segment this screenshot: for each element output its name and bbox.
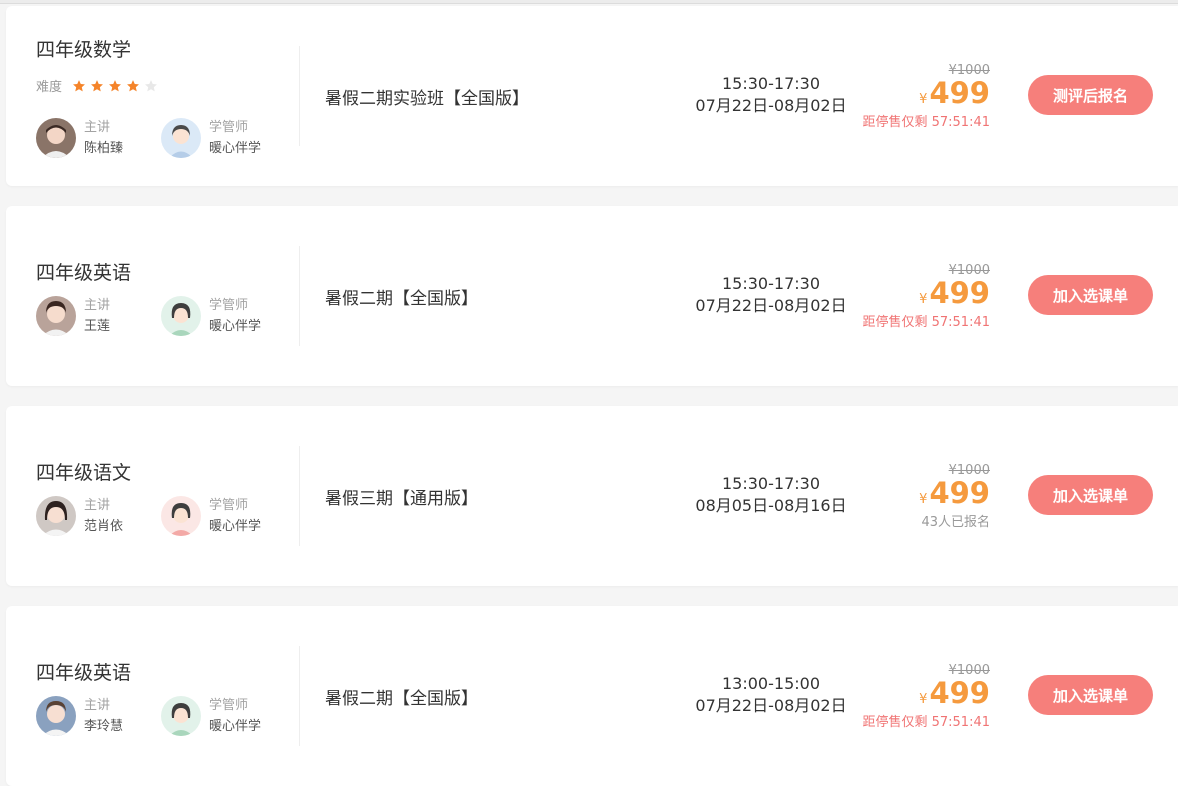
teacher-name: 王莲 [84,319,111,334]
course-card[interactable]: 四年级语文 主讲 范肖依 学管师 暖心伴学 暑假三期【通用版】 15:30-17… [6,406,1178,586]
tutor[interactable]: 学管师 暖心伴学 [161,695,286,737]
tutor-avatar-icon [161,496,201,536]
tutor-role: 学管师 [209,698,249,713]
teacher-avatar-icon [36,496,76,536]
teacher-role: 主讲 [84,698,111,713]
tutor-avatar-icon [161,696,201,736]
lead-teacher[interactable]: 主讲 范肖依 [36,495,161,537]
course-name[interactable]: 暑假二期【全国版】 [325,684,478,709]
tutor-name: 暖心伴学 [209,719,262,734]
difficulty-label: 难度 [36,80,63,95]
price-amount: 499 [929,276,990,310]
teacher-avatar-icon [36,696,76,736]
course-card[interactable]: 四年级英语 主讲 李玲慧 学管师 暖心伴学 暑假二期【全国版】 13:00-15… [6,606,1178,786]
add-to-cart-button[interactable]: 加入选课单 [1028,475,1153,515]
sale-countdown: 距停售仅剩 57:51:41 [862,715,990,730]
course-name[interactable]: 暑假三期【通用版】 [325,484,478,509]
column-divider [299,246,300,346]
price-block: ¥1000 ¥499 43人已报名 [830,464,990,531]
current-price: ¥499 [830,678,990,715]
lead-teacher[interactable]: 主讲 李玲慧 [36,695,161,737]
assess-enroll-button[interactable]: 测评后报名 [1028,75,1153,115]
tutor-name: 暖心伴学 [209,519,262,534]
tutor-avatar-icon [161,118,201,158]
enrolled-count: 43人已报名 [921,515,990,530]
difficulty-rating: 难度 [36,76,162,95]
currency-symbol: ¥ [919,492,928,507]
currency-symbol: ¥ [919,292,928,307]
teacher-row: 主讲 李玲慧 学管师 暖心伴学 [36,695,286,737]
tutor-role: 学管师 [209,498,249,513]
teacher-avatar-icon [36,296,76,336]
lead-teacher[interactable]: 主讲 陈柏臻 [36,117,161,159]
star-empty-icon [144,78,162,94]
tutor-role: 学管师 [209,120,249,135]
price-amount: 499 [929,676,990,710]
teacher-avatar-icon [36,118,76,158]
star-filled-icon [72,78,90,94]
column-divider [299,446,300,546]
tutor-name: 暖心伴学 [209,319,262,334]
price-block: ¥1000 ¥499 距停售仅剩 57:51:41 [830,264,990,331]
teacher-row: 主讲 王莲 学管师 暖心伴学 [36,295,286,337]
teacher-name: 范肖依 [84,519,124,534]
tutor[interactable]: 学管师 暖心伴学 [161,495,286,537]
tutor-avatar-icon [161,296,201,336]
subject-title: 四年级英语 [36,262,132,284]
sale-countdown: 距停售仅剩 57:51:41 [862,315,990,330]
add-to-cart-button[interactable]: 加入选课单 [1028,675,1153,715]
add-to-cart-button[interactable]: 加入选课单 [1028,275,1153,315]
course-left-panel: 四年级英语 主讲 王莲 学管师 暖心伴学 [36,206,296,386]
teacher-row: 主讲 陈柏臻 学管师 暖心伴学 [36,117,286,159]
teacher-role: 主讲 [84,298,111,313]
tutor[interactable]: 学管师 暖心伴学 [161,295,286,337]
currency-symbol: ¥ [919,692,928,707]
top-divider [0,0,1178,4]
sale-countdown: 距停售仅剩 57:51:41 [862,115,990,130]
subject-title: 四年级语文 [36,462,132,484]
course-left-panel: 四年级英语 主讲 李玲慧 学管师 暖心伴学 [36,606,296,786]
teacher-name: 李玲慧 [84,719,124,734]
star-filled-icon [126,78,144,94]
tutor-role: 学管师 [209,298,249,313]
price-amount: 499 [929,476,990,510]
price-block: ¥1000 ¥499 距停售仅剩 57:51:41 [830,64,990,131]
teacher-row: 主讲 范肖依 学管师 暖心伴学 [36,495,286,537]
column-divider [299,46,300,146]
tutor[interactable]: 学管师 暖心伴学 [161,117,286,159]
tutor-name: 暖心伴学 [209,141,262,156]
course-left-panel: 四年级数学 难度 主讲 陈柏臻 学管师 暖心伴学 [36,6,296,186]
column-divider [299,646,300,746]
course-name[interactable]: 暑假二期实验班【全国版】 [325,84,529,109]
current-price: ¥499 [830,478,990,515]
course-card[interactable]: 四年级英语 主讲 王莲 学管师 暖心伴学 暑假二期【全国版】 15:30-17:… [6,206,1178,386]
teacher-role: 主讲 [84,498,111,513]
course-left-panel: 四年级语文 主讲 范肖依 学管师 暖心伴学 [36,406,296,586]
teacher-role: 主讲 [84,120,111,135]
current-price: ¥499 [830,78,990,115]
course-name[interactable]: 暑假二期【全国版】 [325,284,478,309]
price-amount: 499 [929,76,990,110]
course-card[interactable]: 四年级数学 难度 主讲 陈柏臻 学管师 暖心伴学 暑假二期实验班【全国版】 15… [6,6,1178,186]
lead-teacher[interactable]: 主讲 王莲 [36,295,161,337]
subject-title: 四年级英语 [36,662,132,684]
subject-title: 四年级数学 [36,39,132,61]
star-filled-icon [90,78,108,94]
price-block: ¥1000 ¥499 距停售仅剩 57:51:41 [830,664,990,731]
star-filled-icon [108,78,126,94]
currency-symbol: ¥ [919,92,928,107]
teacher-name: 陈柏臻 [84,141,124,156]
current-price: ¥499 [830,278,990,315]
